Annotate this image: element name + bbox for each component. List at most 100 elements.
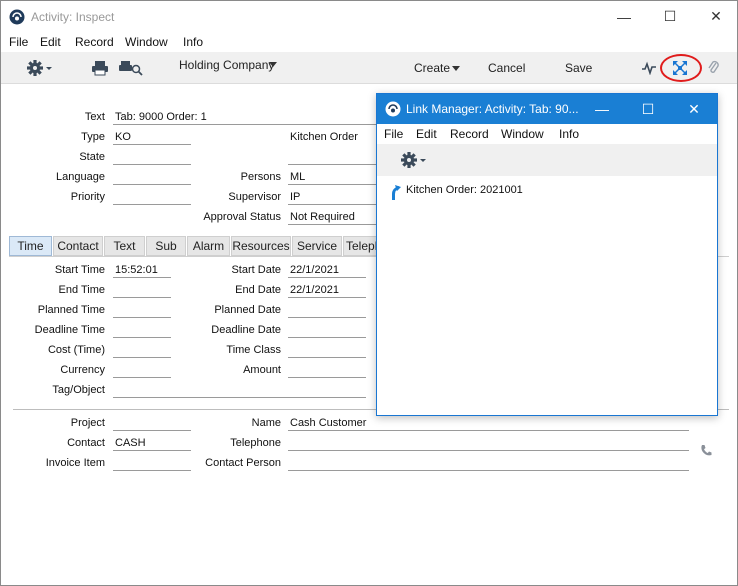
cancel-button[interactable]: Cancel bbox=[488, 61, 525, 75]
project-field[interactable] bbox=[113, 417, 191, 431]
language-field[interactable] bbox=[113, 171, 191, 185]
link-manager-toolbar bbox=[377, 144, 717, 176]
menu-edit[interactable]: Edit bbox=[40, 35, 61, 49]
time-class-label: Time Class bbox=[226, 344, 281, 356]
name-field[interactable]: Cash Customer bbox=[288, 417, 689, 431]
maximize-button[interactable]: ☐ bbox=[647, 1, 693, 32]
lm-menu-window[interactable]: Window bbox=[501, 127, 544, 141]
chevron-down-icon[interactable] bbox=[269, 62, 277, 68]
app-logo-icon bbox=[9, 9, 25, 25]
gear-icon bbox=[401, 152, 426, 168]
tab-contact[interactable]: Contact bbox=[53, 236, 103, 256]
end-time-label: End Time bbox=[58, 284, 105, 296]
lm-menu-info[interactable]: Info bbox=[559, 127, 579, 141]
lm-menu-record[interactable]: Record bbox=[450, 127, 489, 141]
contact-label: Contact bbox=[67, 437, 105, 449]
start-time-field[interactable]: 15:52:01 bbox=[113, 264, 171, 278]
company-selector[interactable]: Holding Company bbox=[179, 58, 274, 72]
print-button[interactable] bbox=[91, 60, 109, 76]
amount-field[interactable] bbox=[288, 364, 366, 378]
cost-time-label: Cost (Time) bbox=[47, 344, 105, 356]
tag-object-field[interactable] bbox=[113, 384, 366, 398]
tab-sub[interactable]: Sub bbox=[146, 236, 186, 256]
title-bar: Activity: Inspect — ☐ ✕ bbox=[1, 1, 737, 32]
planned-time-field[interactable] bbox=[113, 304, 171, 318]
end-date-label: End Date bbox=[235, 284, 281, 296]
activity-pulse-icon[interactable] bbox=[641, 61, 657, 75]
link-arrow-icon bbox=[392, 185, 401, 200]
approval-status-label: Approval Status bbox=[203, 211, 281, 223]
deadline-time-field[interactable] bbox=[113, 324, 171, 338]
text-label: Text bbox=[84, 111, 105, 123]
deadline-time-label: Deadline Time bbox=[34, 324, 105, 336]
create-button[interactable]: Create bbox=[414, 61, 450, 75]
telephone-label: Telephone bbox=[230, 437, 281, 449]
lm-menu-file[interactable]: File bbox=[384, 127, 403, 141]
contact-field[interactable]: CASH bbox=[113, 437, 191, 451]
link-manager-app-icon bbox=[385, 101, 401, 117]
start-date-field[interactable]: 22/1/2021 bbox=[288, 264, 366, 278]
phone-icon[interactable] bbox=[700, 444, 712, 457]
settings-menu-button[interactable] bbox=[25, 58, 57, 78]
minimize-icon: — bbox=[595, 101, 609, 117]
link-manager-close-button[interactable]: ✕ bbox=[671, 94, 717, 124]
tab-text[interactable]: Text bbox=[104, 236, 145, 256]
currency-field[interactable] bbox=[113, 364, 171, 378]
planned-date-label: Planned Date bbox=[214, 304, 281, 316]
supervisor-label: Supervisor bbox=[228, 191, 281, 203]
save-button[interactable]: Save bbox=[565, 61, 592, 75]
create-chevron-down-icon[interactable] bbox=[452, 66, 460, 72]
lm-settings-menu-button[interactable] bbox=[399, 150, 431, 170]
window-title: Activity: Inspect bbox=[31, 10, 115, 24]
minimize-icon: — bbox=[617, 8, 631, 25]
maximize-icon: ☐ bbox=[641, 100, 655, 117]
lm-menu-edit[interactable]: Edit bbox=[416, 127, 437, 141]
gear-icon bbox=[27, 60, 52, 76]
name-label: Name bbox=[251, 417, 281, 429]
printer-icon bbox=[92, 61, 108, 76]
menu-window[interactable]: Window bbox=[125, 35, 168, 49]
tab-time[interactable]: Time bbox=[9, 236, 52, 256]
minimize-button[interactable]: — bbox=[601, 1, 647, 32]
tab-service[interactable]: Service bbox=[292, 236, 342, 256]
link-manager-title: Link Manager: Activity: Tab: 90... bbox=[406, 102, 579, 116]
tab-alarm[interactable]: Alarm bbox=[187, 236, 230, 256]
start-time-label: Start Time bbox=[54, 264, 105, 276]
state-label: State bbox=[79, 151, 105, 163]
link-item-label: Kitchen Order: 2021001 bbox=[406, 184, 523, 196]
telephone-field[interactable] bbox=[288, 437, 689, 451]
maximize-icon: ☐ bbox=[663, 8, 677, 24]
currency-label: Currency bbox=[60, 364, 105, 376]
link-manager-maximize-button[interactable]: ☐ bbox=[625, 94, 671, 124]
print-preview-icon bbox=[119, 61, 143, 76]
cost-time-field[interactable] bbox=[113, 344, 171, 358]
contact-person-field[interactable] bbox=[288, 457, 689, 471]
attachment-icon[interactable] bbox=[707, 59, 721, 77]
time-class-field[interactable] bbox=[288, 344, 366, 358]
start-date-label: Start Date bbox=[231, 264, 281, 276]
type-label: Type bbox=[81, 131, 105, 143]
menu-bar: File Edit Record Window Info bbox=[1, 32, 737, 52]
tag-object-label: Tag/Object bbox=[52, 384, 105, 396]
close-icon: ✕ bbox=[710, 8, 722, 24]
end-date-field[interactable]: 22/1/2021 bbox=[288, 284, 366, 298]
close-button[interactable]: ✕ bbox=[693, 1, 738, 32]
link-manager-minimize-button[interactable]: — bbox=[579, 94, 625, 124]
menu-file[interactable]: File bbox=[9, 35, 28, 49]
text-field[interactable]: Tab: 9000 Order: 1 bbox=[113, 111, 393, 125]
end-time-field[interactable] bbox=[113, 284, 171, 298]
priority-field[interactable] bbox=[113, 191, 191, 205]
planned-date-field[interactable] bbox=[288, 304, 366, 318]
deadline-date-field[interactable] bbox=[288, 324, 366, 338]
priority-label: Priority bbox=[70, 191, 105, 203]
tab-resources[interactable]: Resources bbox=[231, 236, 291, 256]
language-label: Language bbox=[56, 171, 105, 183]
menu-info[interactable]: Info bbox=[183, 35, 203, 49]
close-icon: ✕ bbox=[688, 100, 700, 117]
state-field[interactable] bbox=[113, 151, 191, 165]
type-field[interactable]: KO bbox=[113, 131, 191, 145]
amount-label: Amount bbox=[243, 364, 281, 376]
print-preview-button[interactable] bbox=[119, 60, 143, 76]
menu-record[interactable]: Record bbox=[75, 35, 114, 49]
planned-time-label: Planned Time bbox=[37, 304, 105, 316]
